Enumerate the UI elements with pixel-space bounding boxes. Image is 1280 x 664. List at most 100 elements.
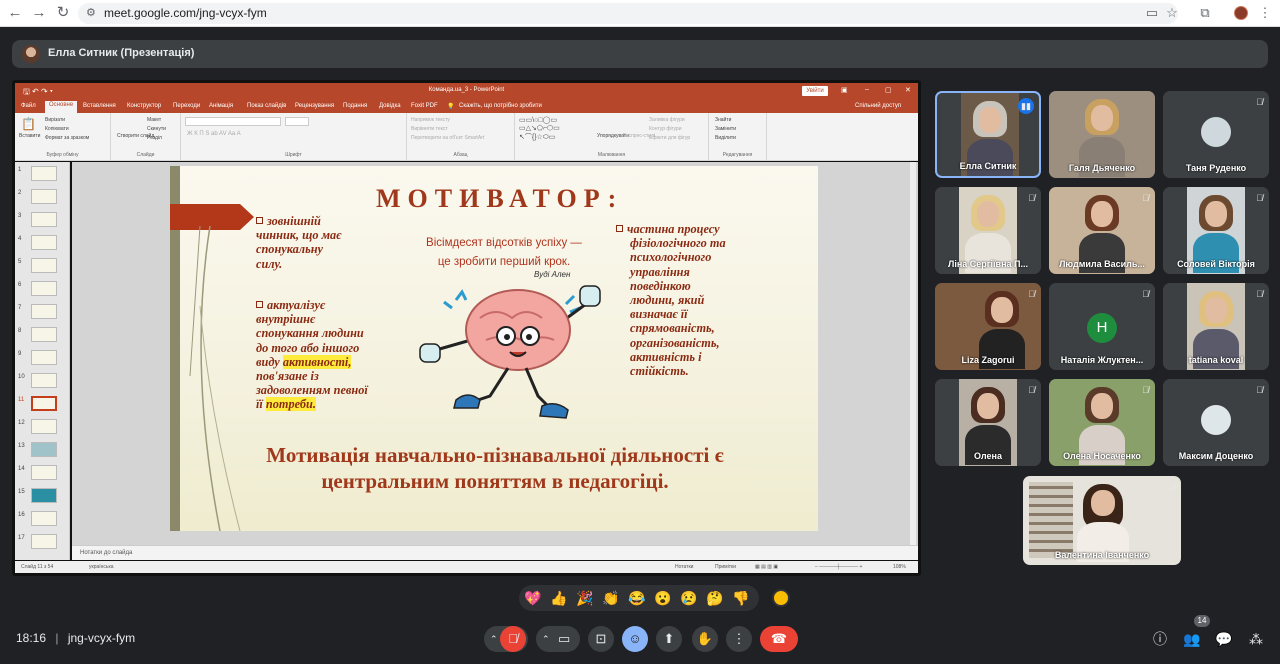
slide-thumb-7[interactable]	[31, 304, 57, 319]
slide-thumb-14[interactable]	[31, 465, 57, 480]
more-options-button[interactable]: ⋮	[726, 626, 752, 652]
paste-icon[interactable]: 📋	[21, 117, 36, 131]
participant-tile[interactable]: 🎙̸ Соловей Вікторія	[1163, 187, 1269, 274]
notes-toggle[interactable]: Нотатки	[675, 564, 693, 570]
participant-tile[interactable]: 🎙̸ Liza Zagorui	[935, 283, 1041, 370]
meeting-details-icon[interactable]: ⓘ	[1149, 628, 1171, 650]
browser-menu-icon[interactable]: ⋮	[1256, 4, 1274, 22]
participant-tile[interactable]: 🎙̸ Валентина Іванченко	[1023, 476, 1181, 565]
slide-thumb-2[interactable]	[31, 189, 57, 204]
reaction-clap[interactable]: 👏	[599, 589, 623, 607]
maximize-icon[interactable]: ▢	[885, 86, 892, 94]
slide-thumb-9[interactable]	[31, 350, 57, 365]
tab-view[interactable]: Подання	[343, 103, 367, 109]
font-size-box[interactable]	[285, 117, 309, 126]
raise-hand-button[interactable]: ✋	[692, 626, 718, 652]
shape-outline-button[interactable]: Контур фігури	[649, 126, 681, 132]
close-icon[interactable]: ✕	[905, 86, 911, 94]
font-format-icons[interactable]: Ж К П S ab AV Aa A	[187, 131, 241, 137]
editor-scrollbar[interactable]	[910, 162, 916, 545]
camera-indicator-icon[interactable]: ▭	[1143, 4, 1161, 22]
leave-call-button[interactable]: ☎	[760, 626, 798, 652]
participant-tile[interactable]: 🎙̸ Максим Доценко	[1163, 379, 1269, 466]
cut-button[interactable]: Вирізати	[45, 117, 65, 123]
address-bar[interactable]: ⚙ meet.google.com/jng-vcyx-fym	[78, 3, 1178, 24]
tab-design[interactable]: Конструктор	[127, 103, 161, 109]
participant-tile[interactable]: 🎙̸ Людмила Василь...	[1049, 187, 1155, 274]
slide-thumb-8[interactable]	[31, 327, 57, 342]
tell-me-box[interactable]: Скажіть, що потрібно зробити	[459, 103, 542, 109]
slide-canvas[interactable]: МОТИВАТОР: зовнішній чинник, що має спон…	[170, 166, 818, 531]
reload-button[interactable]: ↻	[54, 4, 72, 22]
chevron-up-icon[interactable]: ⌃	[542, 626, 550, 652]
slide-thumb-4[interactable]	[31, 235, 57, 250]
emoji-reactions-button[interactable]: ☺	[622, 626, 648, 652]
participant-tile-ella[interactable]: ▮▮ Елла Ситник	[935, 91, 1041, 178]
slide-thumb-15[interactable]	[31, 488, 57, 503]
mic-off-button[interactable]: 🎙̸	[500, 626, 526, 652]
slide-thumb-3[interactable]	[31, 212, 57, 227]
slide-thumb-1[interactable]	[31, 166, 57, 181]
captions-button[interactable]: ⊡	[588, 626, 614, 652]
tab-foxit[interactable]: Foxit PDF	[411, 103, 438, 109]
font-name-box[interactable]	[185, 117, 281, 126]
shapes-gallery[interactable]: ▭▭\○□◯▭ ▭△↘⬠⌐⬡▭ ↖⌒{}☆⬭▭	[519, 116, 560, 142]
shape-fill-button[interactable]: Заливка фігури	[649, 117, 685, 123]
format-painter-button[interactable]: Формат за зразком	[45, 135, 89, 141]
reaction-sparkling-heart[interactable]: 💖	[521, 589, 545, 607]
notes-pane[interactable]: Нотатки до слайда	[72, 545, 918, 560]
participant-tile[interactable]: 🎙̸ Таня Руденко	[1163, 91, 1269, 178]
comments-toggle[interactable]: Примітки	[715, 564, 736, 570]
reset-button[interactable]: Скинути	[147, 126, 166, 132]
tab-file[interactable]: Файл	[21, 103, 36, 109]
reaction-sad[interactable]: 😢	[677, 589, 701, 607]
tab-help[interactable]: Довідка	[379, 103, 401, 109]
camera-button[interactable]: ▭	[558, 626, 570, 652]
participant-tile[interactable]: Галя Дьяченко	[1049, 91, 1155, 178]
slide-thumb-16[interactable]	[31, 511, 57, 526]
slide-thumb-13[interactable]	[31, 442, 57, 457]
section-button[interactable]: Розділ	[147, 135, 162, 141]
reaction-thinking[interactable]: 🤔	[703, 589, 727, 607]
tab-home[interactable]: Основне	[45, 101, 78, 113]
slide-thumb-12[interactable]	[31, 419, 57, 434]
share-button[interactable]: Спільний доступ	[855, 103, 901, 109]
shape-effects-button[interactable]: Ефекти для фігур	[649, 135, 690, 141]
text-direction-button[interactable]: Напрямок тексту	[411, 117, 450, 123]
ppt-signin-button[interactable]: Увійти	[802, 86, 828, 96]
forward-button[interactable]: →	[30, 4, 48, 22]
present-screen-button[interactable]: ⬆	[656, 626, 682, 652]
participant-tile[interactable]: Н 🎙̸ Наталія Жлуктен...	[1049, 283, 1155, 370]
tab-review[interactable]: Рецензування	[295, 103, 334, 109]
reaction-thumbs-up[interactable]: 👍	[547, 589, 571, 607]
tab-slideshow[interactable]: Показ слайдів	[247, 103, 286, 109]
bookmark-star-icon[interactable]: ☆	[1163, 4, 1181, 22]
replace-button[interactable]: Замінити	[715, 126, 736, 132]
slide-thumb-11-selected[interactable]	[31, 396, 57, 411]
ribbon-display-icon[interactable]: ▣	[841, 86, 848, 94]
zoom-slider[interactable]: – ─────┼───── +	[815, 564, 862, 570]
reaction-party[interactable]: 🎉	[573, 589, 597, 607]
participant-tile[interactable]: 🎙̸ Олена Носаченко	[1049, 379, 1155, 466]
zoom-level[interactable]: 108%	[893, 564, 906, 570]
chat-icon[interactable]: 💬	[1213, 628, 1235, 650]
select-button[interactable]: Виділити	[715, 135, 736, 141]
language-indicator[interactable]: українська	[89, 564, 114, 570]
participant-tile[interactable]: 🎙̸ tatiana koval	[1163, 283, 1269, 370]
layout-button[interactable]: Макет	[147, 117, 161, 123]
slide-thumb-5[interactable]	[31, 258, 57, 273]
profile-avatar[interactable]	[1234, 6, 1248, 20]
skin-tone-selector[interactable]	[772, 589, 790, 607]
tab-transitions[interactable]: Переходи	[173, 103, 200, 109]
smartart-button[interactable]: Перетворити на об'єкт SmartArt	[411, 135, 484, 141]
participant-tile[interactable]: 🎙̸ Олена	[935, 379, 1041, 466]
find-button[interactable]: Знайти	[715, 117, 731, 123]
activities-icon[interactable]: ⁂	[1245, 628, 1267, 650]
reaction-surprised[interactable]: 😮	[651, 589, 675, 607]
back-button[interactable]: ←	[6, 4, 24, 22]
view-icons[interactable]: ▦ ▤ ▥ ▣	[755, 564, 778, 570]
align-text-button[interactable]: Вирівняти текст	[411, 126, 448, 132]
minimize-icon[interactable]: –	[865, 86, 869, 93]
extensions-icon[interactable]: ⧉	[1196, 4, 1214, 22]
participant-tile[interactable]: 🎙̸ Ліна Сергіївна П...	[935, 187, 1041, 274]
